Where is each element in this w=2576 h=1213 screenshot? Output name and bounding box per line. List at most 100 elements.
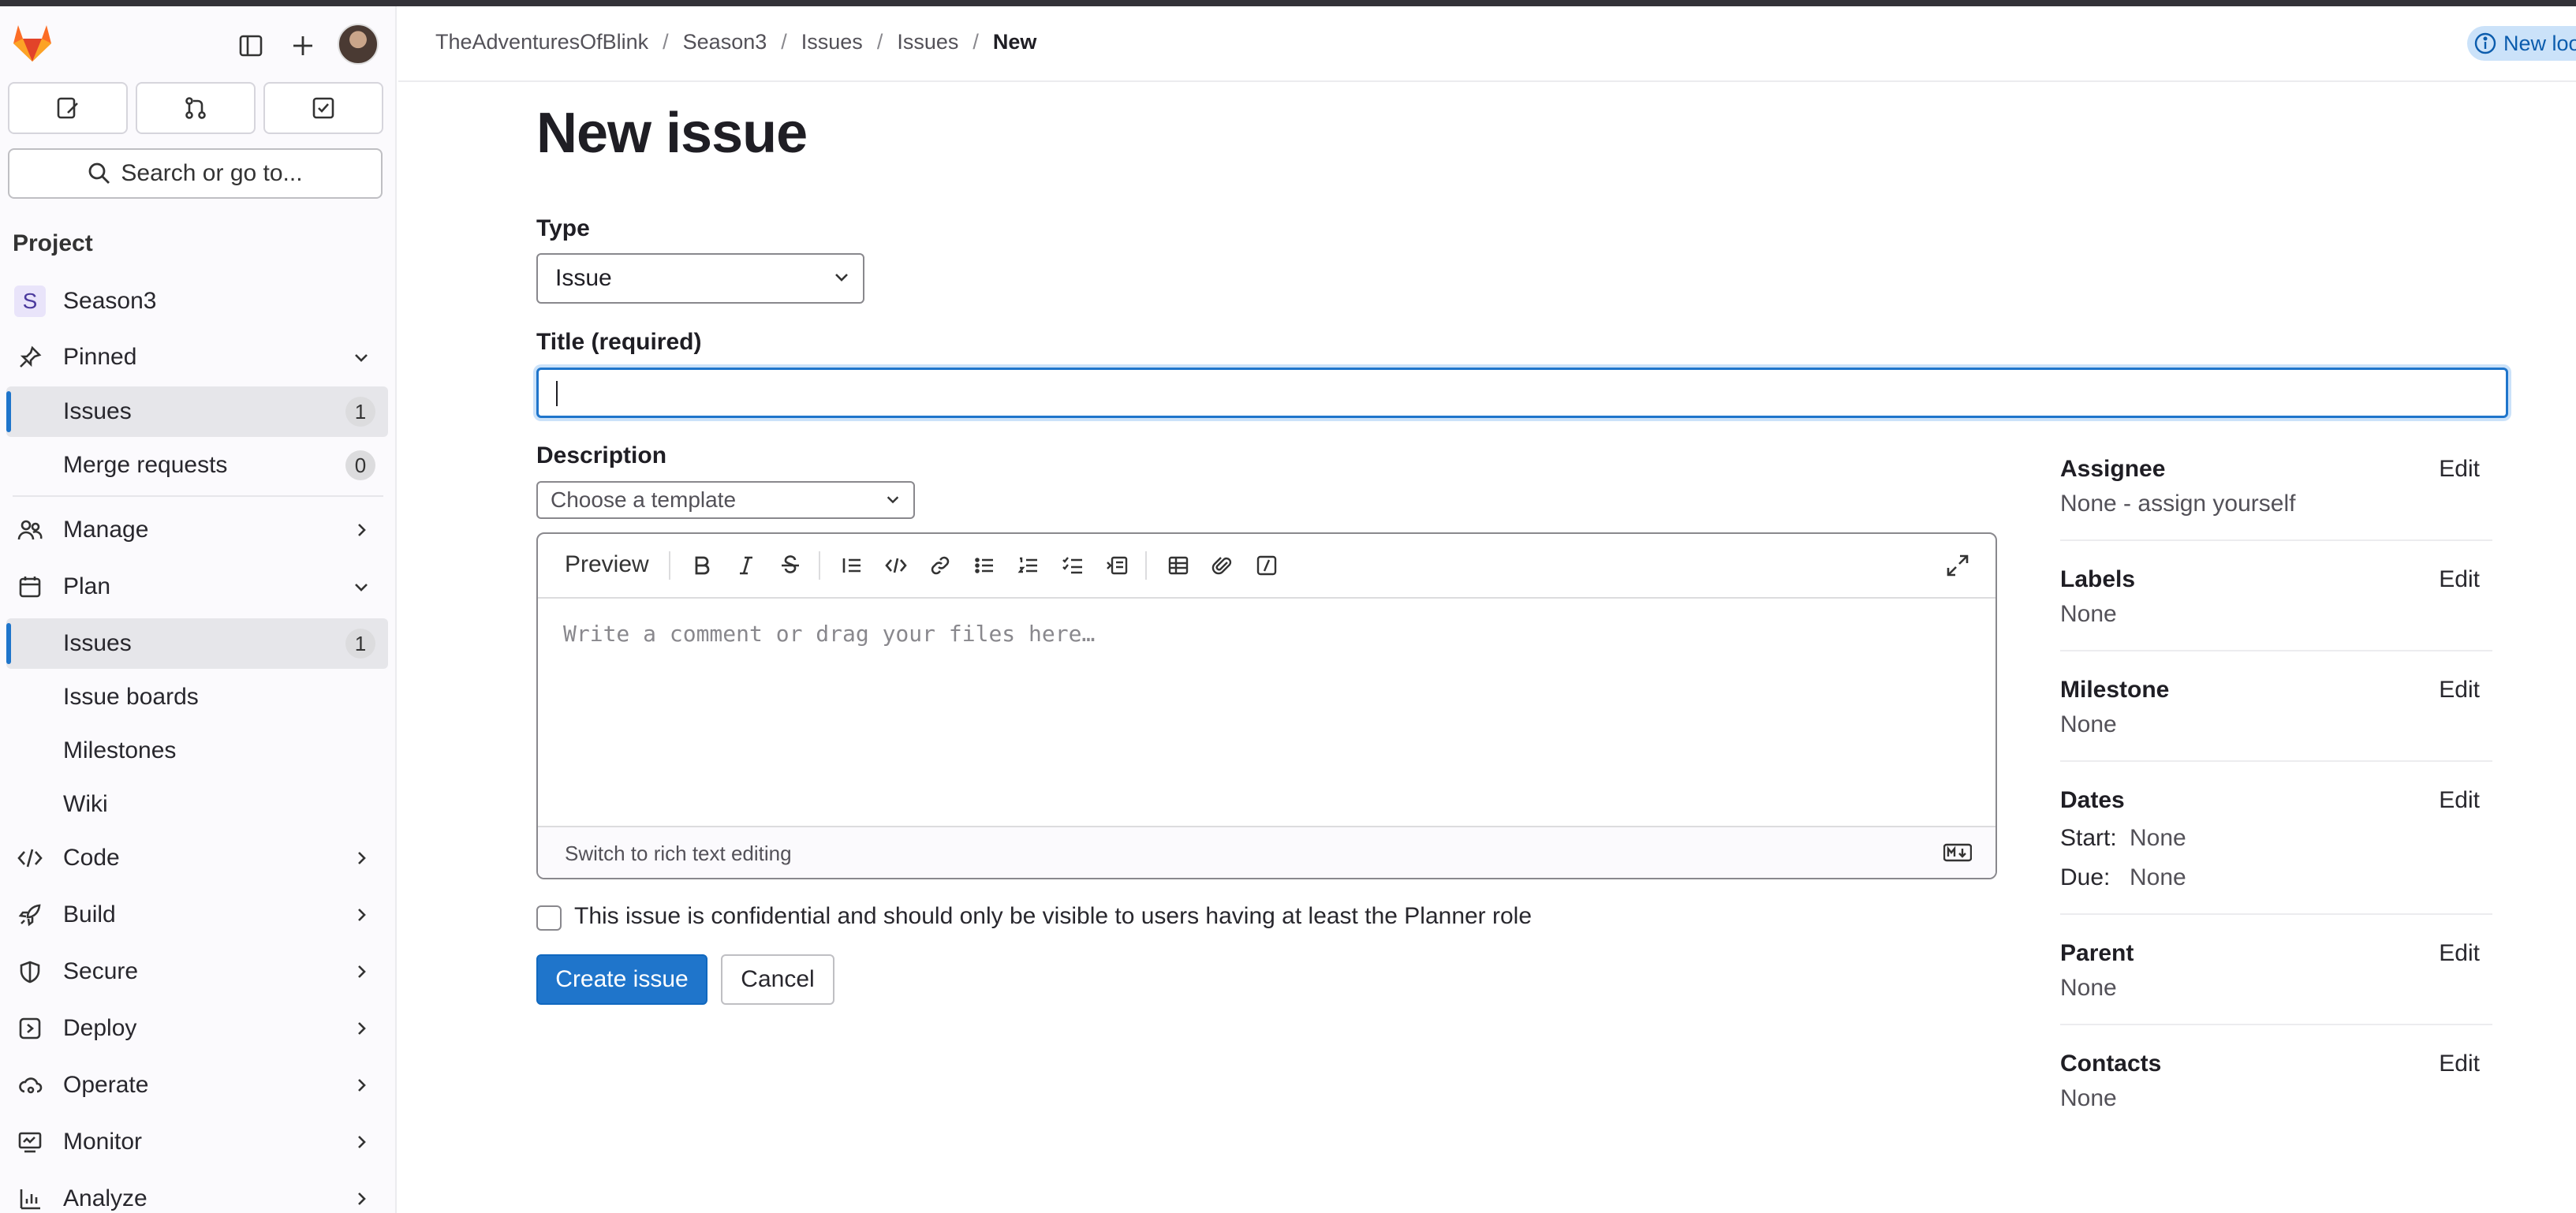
description-label: Description: [536, 442, 667, 468]
parent-edit-button[interactable]: Edit: [2439, 940, 2480, 967]
sidebar-item-operate[interactable]: Operate: [6, 1060, 388, 1110]
gitlab-logo-icon[interactable]: [11, 22, 54, 63]
task-list-icon[interactable]: [1058, 551, 1087, 580]
sidebar-item-plan-issues[interactable]: Issues 1: [6, 618, 388, 669]
preview-tab[interactable]: Preview: [565, 551, 649, 578]
details-divider: [2060, 760, 2492, 762]
chevron-right-icon: [352, 962, 371, 981]
sidebar-item-milestones[interactable]: Milestones: [6, 726, 388, 776]
link-icon[interactable]: [926, 551, 954, 580]
breadcrumb-separator: /: [663, 30, 669, 54]
text-caret: [556, 381, 558, 406]
info-icon: [2474, 32, 2496, 54]
sidebar-item-project[interactable]: S Season3: [6, 276, 388, 327]
type-select-value: Issue: [555, 265, 612, 291]
chart-icon: [16, 1185, 44, 1213]
attach-file-icon[interactable]: [1208, 551, 1237, 580]
milestone-value: None: [2060, 711, 2117, 737]
italic-icon[interactable]: [732, 551, 760, 580]
monitor-icon: [16, 1128, 44, 1156]
new-look-badge[interactable]: New loo: [2467, 26, 2576, 61]
collapsible-section-icon[interactable]: [1103, 551, 1131, 580]
labels-edit-button[interactable]: Edit: [2439, 566, 2480, 593]
confidential-label: This issue is confidential and should on…: [574, 903, 1533, 929]
dates-edit-button[interactable]: Edit: [2439, 787, 2480, 814]
create-issue-button[interactable]: Create issue: [536, 954, 707, 1005]
sidebar-item-label: Merge requests: [63, 452, 228, 478]
toolbar-divider: [819, 551, 820, 580]
sidebar-item-analyze[interactable]: Analyze: [6, 1174, 388, 1213]
description-textarea[interactable]: Write a comment or drag your files here…: [563, 621, 1095, 647]
assignee-edit-button[interactable]: Edit: [2439, 456, 2480, 483]
breadcrumb-item[interactable]: Season3: [683, 30, 767, 54]
sidebar-item-pinned-merge-requests[interactable]: Merge requests 0: [6, 440, 388, 491]
details-divider: [2060, 913, 2492, 915]
breadcrumb-separator: /: [876, 30, 883, 54]
search-icon: [89, 162, 110, 184]
bullet-list-icon[interactable]: [970, 551, 999, 580]
labels-value: None: [2060, 601, 2117, 627]
cloud-gear-icon: [16, 1071, 44, 1099]
sidebar-item-label: Wiki: [63, 791, 108, 817]
sidebar-item-label: Secure: [63, 958, 139, 984]
sidebar-item-wiki[interactable]: Wiki: [6, 779, 388, 830]
bold-icon[interactable]: [688, 551, 716, 580]
toolbar-divider: [1145, 551, 1147, 580]
sidebar-item-build[interactable]: Build: [6, 890, 388, 940]
breadcrumb-item[interactable]: Issues: [897, 30, 958, 54]
chevron-right-icon: [352, 1076, 371, 1095]
sidebar-divider: [13, 495, 383, 497]
sidebar-item-manage[interactable]: Manage: [6, 505, 388, 555]
search-button[interactable]: Search or go to...: [8, 148, 383, 199]
details-divider: [2060, 539, 2492, 541]
code-icon[interactable]: [882, 551, 910, 580]
table-icon[interactable]: [1164, 551, 1193, 580]
chevron-right-icon: [352, 905, 371, 924]
breadcrumb-item[interactable]: TheAdventuresOfBlink: [435, 30, 648, 54]
editor-footer: Switch to rich text editing: [538, 826, 1995, 878]
header-divider: [398, 80, 2576, 82]
switch-rich-text-button[interactable]: Switch to rich text editing: [565, 842, 792, 866]
details-divider: [2060, 650, 2492, 651]
fullscreen-icon[interactable]: [1943, 551, 1972, 580]
numbered-list-icon[interactable]: [1014, 551, 1043, 580]
toolbar-divider: [669, 551, 670, 580]
assigned-issues-button[interactable]: [8, 82, 128, 134]
description-editor: Preview Write a comment or drag your fil…: [536, 532, 1997, 879]
template-select[interactable]: Choose a template: [536, 481, 915, 519]
cancel-button[interactable]: Cancel: [721, 954, 834, 1005]
user-avatar[interactable]: [338, 24, 379, 65]
breadcrumb-current[interactable]: New: [993, 30, 1037, 54]
sidebar-item-secure[interactable]: Secure: [6, 946, 388, 997]
sidebar-item-deploy[interactable]: Deploy: [6, 1003, 388, 1054]
quick-actions-icon[interactable]: [1253, 551, 1281, 580]
sidebar-item-label: Plan: [63, 573, 111, 599]
type-select[interactable]: Issue: [536, 253, 864, 304]
sidebar-item-pinned[interactable]: Pinned: [6, 332, 388, 383]
quote-icon[interactable]: [838, 551, 866, 580]
sidebar-item-plan[interactable]: Plan: [6, 562, 388, 612]
collapse-sidebar-icon[interactable]: [235, 30, 267, 62]
sidebar-item-code[interactable]: Code: [6, 833, 388, 883]
contacts-edit-button[interactable]: Edit: [2439, 1051, 2480, 1077]
sidebar-item-label: Issue boards: [63, 684, 199, 710]
window-top-bar: [0, 0, 2576, 6]
sidebar-item-monitor[interactable]: Monitor: [6, 1117, 388, 1167]
todo-list-button[interactable]: [263, 82, 383, 134]
sidebar-item-pinned-issues[interactable]: Issues 1: [6, 386, 388, 437]
create-new-icon[interactable]: [287, 30, 319, 62]
title-input[interactable]: [536, 368, 2508, 418]
start-date-label: Start:: [2060, 825, 2117, 851]
due-date-label: Due:: [2060, 864, 2111, 890]
assignee-title: Assignee: [2060, 456, 2166, 482]
breadcrumb-item[interactable]: Issues: [801, 30, 863, 54]
editor-toolbar: Preview: [538, 534, 1995, 599]
confidential-checkbox[interactable]: [536, 905, 562, 931]
strikethrough-icon[interactable]: [776, 551, 805, 580]
merge-requests-button[interactable]: [136, 82, 256, 134]
milestone-edit-button[interactable]: Edit: [2439, 677, 2480, 704]
parent-value: None: [2060, 975, 2117, 1001]
assignee-value[interactable]: None - assign yourself: [2060, 491, 2295, 517]
sidebar-item-issue-boards[interactable]: Issue boards: [6, 672, 388, 722]
rocket-icon: [16, 901, 44, 929]
